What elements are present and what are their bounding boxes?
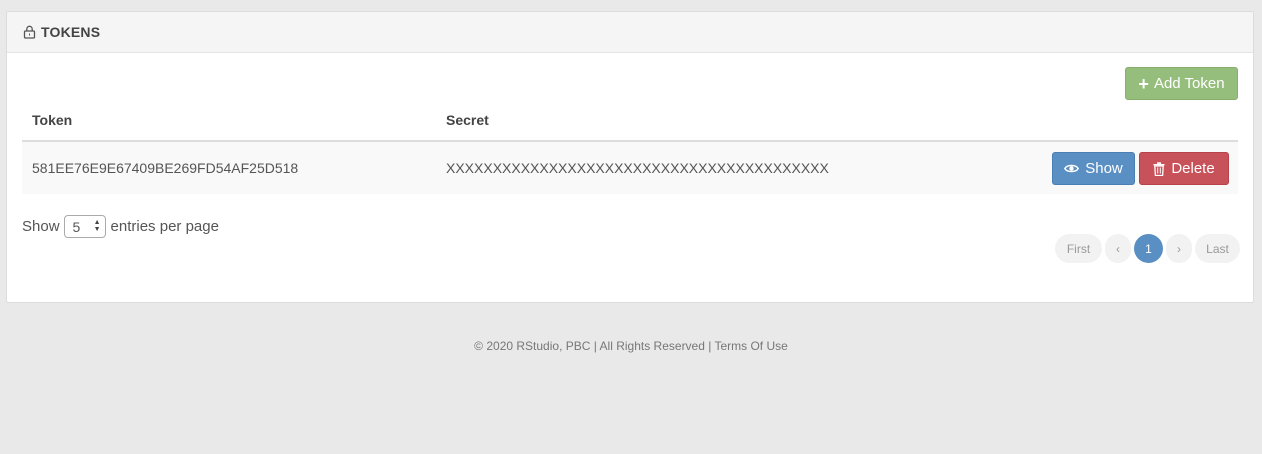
pagination-current[interactable]: 1 bbox=[1134, 234, 1163, 263]
show-button[interactable]: Show bbox=[1052, 152, 1135, 185]
page-size-suffix: entries per page bbox=[110, 218, 219, 235]
show-label: Show bbox=[1085, 160, 1123, 177]
page-size-value: 5 bbox=[72, 218, 81, 235]
pagination-next[interactable]: › bbox=[1166, 234, 1192, 263]
page-size-prefix: Show bbox=[22, 218, 60, 235]
pagination-prev[interactable]: ‹ bbox=[1105, 234, 1131, 263]
panel-title: TOKENS bbox=[41, 24, 101, 40]
page-size-select[interactable]: 5 ▲ ▼ bbox=[63, 215, 106, 238]
delete-button[interactable]: Delete bbox=[1139, 152, 1229, 185]
panel-header: TOKENS bbox=[7, 12, 1253, 53]
add-token-button[interactable]: + Add Token bbox=[1125, 67, 1238, 100]
lock-icon bbox=[23, 25, 36, 39]
pagination: First ‹ 1 › Last bbox=[1055, 234, 1242, 263]
secret-value: XXXXXXXXXXXXXXXXXXXXXXXXXXXXXXXXXXXXXXXX… bbox=[446, 160, 829, 176]
table-row: 581EE76E9E67409BE269FD54AF25D518 XXXXXXX… bbox=[22, 142, 1238, 194]
trash-icon bbox=[1153, 161, 1165, 176]
table-header: Token Secret bbox=[22, 108, 1238, 142]
add-token-label: Add Token bbox=[1153, 75, 1225, 92]
eye-icon bbox=[1064, 163, 1080, 174]
column-header-token: Token bbox=[32, 112, 73, 128]
pagination-first[interactable]: First bbox=[1055, 234, 1102, 263]
page-size-control: Show 5 ▲ ▼ entries per page bbox=[22, 215, 219, 238]
delete-label: Delete bbox=[1171, 160, 1215, 177]
select-arrows-icon: ▲ ▼ bbox=[93, 219, 101, 233]
token-value: 581EE76E9E67409BE269FD54AF25D518 bbox=[32, 160, 299, 176]
tokens-panel: TOKENS + Add Token Token Secret 581EE76E… bbox=[6, 11, 1254, 303]
pagination-last[interactable]: Last bbox=[1195, 234, 1240, 263]
footer: © 2020 RStudio, PBC | All Rights Reserve… bbox=[474, 339, 788, 353]
column-header-secret: Secret bbox=[446, 112, 489, 128]
plus-icon: + bbox=[1138, 73, 1149, 94]
